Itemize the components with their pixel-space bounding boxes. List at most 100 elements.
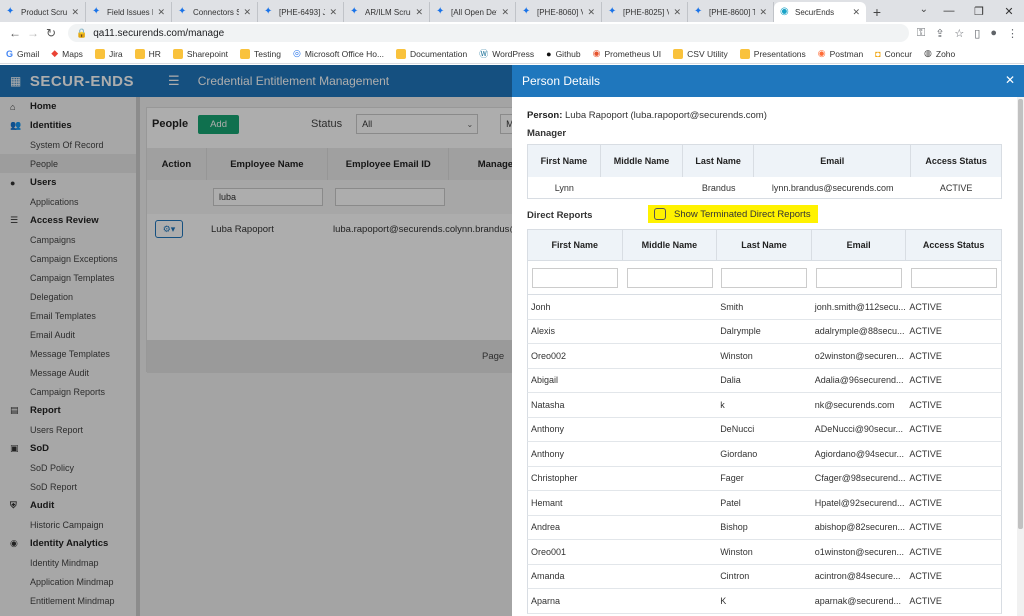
folder-icon bbox=[673, 48, 684, 59]
close-icon[interactable]: ✕ bbox=[759, 7, 767, 18]
bookmark-item[interactable]: ◉ Postman bbox=[818, 48, 863, 59]
bookmark-item[interactable]: Testing bbox=[240, 48, 281, 59]
table-row: Alexis Dalrymple adalrymple@88secu... ACTIV… bbox=[527, 319, 1002, 344]
mgr-middle-name bbox=[601, 177, 684, 198]
show-terminated-label[interactable]: Show Terminated Direct Reports bbox=[674, 209, 811, 220]
tab-search-icon[interactable]: ⌄ bbox=[920, 4, 928, 15]
bookmark-item[interactable]: ◆ Maps bbox=[51, 48, 83, 59]
close-icon[interactable]: ✕ bbox=[673, 7, 681, 18]
bookmark-item[interactable]: Documentation bbox=[396, 48, 467, 59]
close-icon[interactable]: ✕ bbox=[157, 7, 165, 18]
bookmark-item[interactable]: Presentations bbox=[739, 48, 806, 59]
show-terminated-toggle[interactable]: Show Terminated Direct Reports bbox=[648, 205, 818, 223]
bookmark-label: Microsoft Office Ho... bbox=[304, 48, 385, 59]
lock-icon[interactable]: 🔒 bbox=[76, 28, 87, 39]
dr-col-email[interactable]: Email bbox=[812, 230, 907, 260]
browser-tab[interactable]: ✦ Connectors Sc ✕ bbox=[172, 2, 258, 22]
key-icon[interactable]: ⚿ bbox=[917, 27, 925, 40]
browser-tab[interactable]: ✦ Field Issues Ka ✕ bbox=[86, 2, 172, 22]
bookmark-item[interactable]: ◍ Zoho bbox=[924, 48, 955, 59]
dr-email: nk@securends.com bbox=[814, 399, 895, 410]
table-row: Aparna Kaparnak@securend... ACTIVE bbox=[527, 589, 1002, 614]
sidepanel-icon[interactable]: ▯ bbox=[974, 27, 980, 40]
close-window-icon[interactable]: ✕ bbox=[994, 0, 1024, 22]
modal-scrollbar[interactable] bbox=[1017, 97, 1024, 616]
close-icon[interactable]: ✕ bbox=[415, 7, 423, 18]
modal-backdrop[interactable] bbox=[0, 65, 512, 616]
show-terminated-checkbox[interactable] bbox=[654, 208, 666, 220]
back-icon[interactable]: ← bbox=[6, 26, 24, 40]
bookmark-item[interactable]: Sharepoint bbox=[172, 48, 228, 59]
email-filter-input[interactable] bbox=[816, 267, 903, 288]
access-status-filter-input[interactable] bbox=[910, 267, 997, 288]
forward-icon[interactable]: → bbox=[24, 26, 42, 40]
table-row: Anthony DeNucci ADeNucci@90secur... ACTIVE bbox=[527, 417, 1002, 442]
browser-tab[interactable]: ✦ [PHE-8060] Va ✕ bbox=[516, 2, 602, 22]
prometheus-icon: ◉ bbox=[592, 48, 601, 58]
browser-tab[interactable]: ✦ [PHE-6493] Ji ✕ bbox=[258, 2, 344, 22]
maps-icon: ◆ bbox=[51, 48, 59, 58]
bookmark-item[interactable]: ● Github bbox=[546, 49, 580, 59]
bookmark-item[interactable]: G Gmail bbox=[6, 49, 39, 59]
dr-email: Agiordano@94secur... bbox=[814, 448, 904, 459]
dr-col-middle-name[interactable]: Middle Name bbox=[623, 230, 718, 260]
menu-icon[interactable]: ⋮ bbox=[1007, 27, 1018, 40]
url-field[interactable]: 🔒 qa11.securends.com/manage bbox=[68, 24, 909, 42]
browser-tab[interactable]: ✦ Product Scrum✕ bbox=[0, 2, 86, 22]
bookmark-item[interactable]: Jira bbox=[94, 48, 123, 59]
browser-tab[interactable]: ✦ [All Open Defe ✕ bbox=[430, 2, 516, 22]
browser-tab[interactable]: ✦ AR/ILM Scrum ✕ bbox=[344, 2, 430, 22]
dr-col-last-name[interactable]: Last Name bbox=[717, 230, 812, 260]
restore-icon[interactable]: ❐ bbox=[964, 0, 994, 22]
table-row: Amanda Cintron acintron@84secure... ACTIVE bbox=[527, 564, 1002, 589]
share-icon[interactable]: ⇪ bbox=[935, 27, 944, 40]
bookmark-item[interactable]: ◘ Concur bbox=[875, 49, 912, 59]
last-name-filter-input[interactable] bbox=[721, 267, 808, 288]
bookmark-item[interactable]: Ⓦ WordPress bbox=[479, 47, 534, 60]
dr-first-name: Natasha bbox=[531, 399, 565, 410]
close-icon[interactable]: ✕ bbox=[243, 7, 251, 18]
reload-icon[interactable]: ↻ bbox=[42, 26, 60, 40]
bookmark-item[interactable]: HR bbox=[134, 48, 161, 59]
close-icon[interactable]: ✕ bbox=[587, 7, 595, 18]
bookmark-item[interactable]: CSV Utility bbox=[673, 48, 728, 59]
new-tab-button[interactable]: + bbox=[866, 2, 888, 22]
minimize-icon[interactable]: — bbox=[934, 0, 964, 22]
scrollbar-thumb[interactable] bbox=[1018, 99, 1023, 529]
folder-icon bbox=[396, 48, 407, 59]
dr-last-name: Smith bbox=[720, 301, 744, 312]
bookmark-label: CSV Utility bbox=[687, 48, 728, 59]
close-icon[interactable]: ✕ bbox=[1005, 73, 1015, 87]
browser-tab[interactable]: ◉ SecurEnds ✕ bbox=[774, 2, 866, 22]
middle-name-filter-input[interactable] bbox=[626, 267, 713, 288]
close-icon[interactable]: ✕ bbox=[501, 7, 509, 18]
browser-tab[interactable]: ✦ [PHE-8025] Va ✕ bbox=[602, 2, 688, 22]
profile-icon[interactable]: ● bbox=[990, 27, 997, 40]
dr-first-name: Oreo001 bbox=[531, 546, 567, 557]
tab-title: AR/ILM Scrum bbox=[365, 7, 411, 17]
close-icon[interactable]: ✕ bbox=[71, 7, 79, 18]
postman-icon: ◉ bbox=[817, 48, 826, 58]
wordpress-icon: Ⓦ bbox=[479, 49, 489, 59]
person-label: Person: bbox=[527, 110, 563, 121]
direct-reports-heading: Direct Reports bbox=[527, 210, 593, 221]
browser-tab[interactable]: ✦ [PHE-8600] Ti ✕ bbox=[688, 2, 774, 22]
url-text: qa11.securends.com/manage bbox=[93, 27, 225, 39]
dr-email: Hpatel@92securend... bbox=[814, 497, 905, 508]
close-icon[interactable]: ✕ bbox=[329, 7, 337, 18]
bookmark-item[interactable]: ◉ Prometheus UI bbox=[593, 48, 662, 59]
mgr-col-email: Email bbox=[754, 145, 912, 177]
bookmark-item[interactable]: ◎ Microsoft Office Ho... bbox=[293, 48, 384, 59]
star-icon[interactable]: ☆ bbox=[954, 27, 964, 40]
dr-col-access-status[interactable]: Access Status bbox=[906, 230, 1001, 260]
dr-col-first-name[interactable]: First Name bbox=[528, 230, 623, 260]
dr-first-name: Aparna bbox=[531, 595, 561, 606]
dr-first-name: Christopher bbox=[531, 473, 578, 484]
dr-last-name: Patel bbox=[720, 497, 741, 508]
dr-first-name: Abigail bbox=[531, 375, 559, 386]
close-icon[interactable]: ✕ bbox=[852, 7, 860, 18]
dr-email: acintron@84secure... bbox=[814, 571, 901, 582]
table-row: Natasha k nk@securends.com ACTIVE bbox=[527, 393, 1002, 418]
mgr-email: lynn.brandus@securends.com bbox=[771, 182, 894, 193]
first-name-filter-input[interactable] bbox=[532, 267, 619, 288]
